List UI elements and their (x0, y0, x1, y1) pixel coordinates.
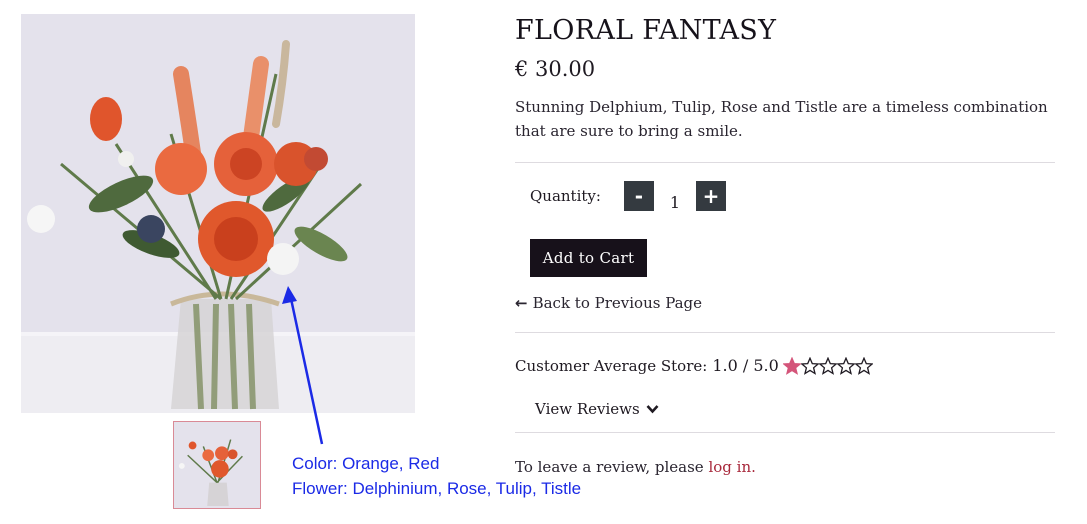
star-empty-icon (854, 356, 873, 375)
product-title: FLORAL FANTASY (515, 15, 777, 46)
divider (515, 332, 1055, 333)
arrow-left-icon: ← (515, 294, 528, 312)
decrement-button[interactable]: - (623, 181, 654, 211)
product-image (21, 14, 415, 413)
chevron-down-icon (646, 405, 659, 414)
back-to-previous-page-link[interactable]: ← Back to Previous Page (515, 294, 702, 312)
bouquet-illustration (21, 14, 415, 413)
star-empty-icon (836, 356, 855, 375)
quantity-value: 1 (669, 192, 681, 212)
product-details: FLORAL FANTASY € 30.00 Stunning Delphium… (515, 14, 1055, 476)
thumbnail-bouquet-illustration (174, 422, 260, 508)
star-empty-icon (800, 356, 819, 375)
increment-button[interactable]: + (695, 181, 726, 211)
flower-annotation: Flower: Delphinium, Rose, Tulip, Tistle (292, 479, 582, 498)
rating-label: Customer Average Store: (515, 356, 708, 375)
view-reviews-toggle[interactable]: View Reviews (535, 400, 659, 418)
back-link-label: Back to Previous Page (532, 294, 703, 312)
rating-value: 1.0 / 5.0 (712, 356, 779, 375)
rating-stars (782, 356, 873, 375)
leave-review-note: To leave a review, please log in. (515, 458, 756, 476)
leave-review-prefix: To leave a review, please (515, 458, 709, 476)
star-filled-icon (782, 356, 801, 375)
divider (515, 432, 1055, 433)
divider (515, 162, 1055, 163)
login-link[interactable]: log in. (708, 458, 755, 476)
add-to-cart-button[interactable]: Add to Cart (530, 239, 647, 277)
star-empty-icon (818, 356, 837, 375)
customer-rating: Customer Average Store: 1.0 / 5.0 (515, 356, 873, 375)
quantity-label: Quantity: (530, 187, 601, 205)
quantity-selector: Quantity: - 1 + (530, 180, 726, 212)
product-description: Stunning Delphium, Tulip, Rose and Tistl… (515, 98, 1048, 140)
product-thumbnail[interactable] (173, 421, 261, 509)
annotation-arrow-icon (282, 286, 324, 445)
view-reviews-label: View Reviews (535, 400, 640, 418)
product-price: € 30.00 (515, 57, 596, 81)
